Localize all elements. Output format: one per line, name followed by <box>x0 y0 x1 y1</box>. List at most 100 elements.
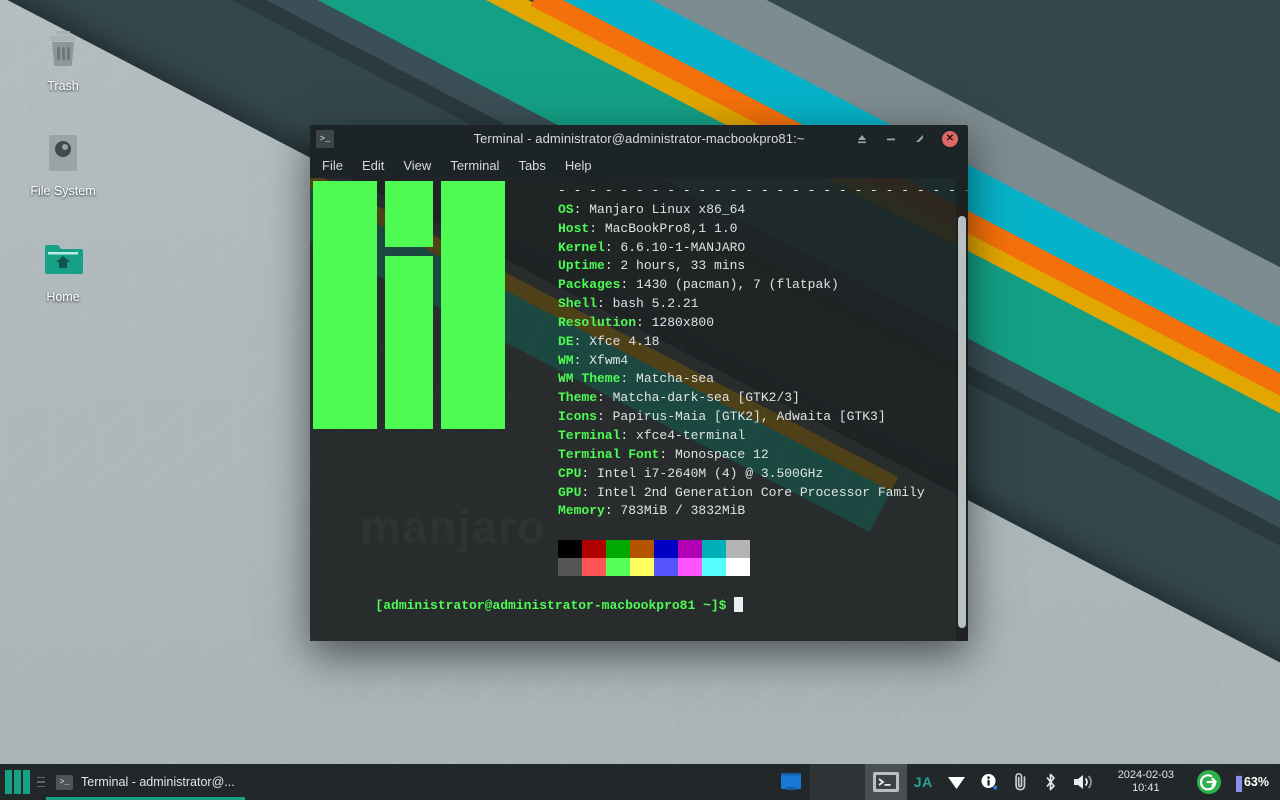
system-tray[interactable]: JA <box>772 764 1280 800</box>
show-desktop-icon <box>779 771 803 793</box>
volume-button[interactable] <box>1065 764 1103 800</box>
terminal-icon: >_ <box>56 775 73 790</box>
desktop[interactable]: Trash File System Home >_ Terminal - adm… <box>0 0 1280 800</box>
close-button[interactable]: ✕ <box>942 131 958 147</box>
logout-button[interactable] <box>1189 764 1229 800</box>
keyboard-layout-button[interactable]: JA <box>907 764 940 800</box>
palette-swatch <box>702 540 726 558</box>
terminal-window[interactable]: >_ Terminal - administrator@administrato… <box>310 125 968 641</box>
neofetch-row: CPU: Intel i7-2640M (4) @ 3.500GHz <box>558 465 940 484</box>
manjaro-watermark: manjaro <box>360 518 546 537</box>
panel-handle[interactable] <box>36 777 46 788</box>
palette-swatch <box>582 540 606 558</box>
palette-swatch <box>630 558 654 576</box>
palette-swatch <box>726 558 750 576</box>
neofetch-value: : Xfce 4.18 <box>574 334 660 349</box>
neofetch-value: : 783MiB / 3832MiB <box>605 503 745 518</box>
home-folder-icon <box>16 233 110 285</box>
clipboard-button[interactable] <box>1005 764 1036 800</box>
applications-menu-button[interactable] <box>0 764 36 800</box>
neofetch-key: Memory <box>558 503 605 518</box>
clock-button[interactable]: 2024-02-03 10:41 <box>1103 764 1189 800</box>
neofetch-key: GPU <box>558 485 581 500</box>
neofetch-key: Uptime <box>558 258 605 273</box>
battery-button[interactable]: 63% <box>1229 764 1280 800</box>
shade-button[interactable] <box>855 132 869 146</box>
neofetch-row: Packages: 1430 (pacman), 7 (flatpak) <box>558 276 940 295</box>
minimize-button[interactable] <box>884 132 898 146</box>
neofetch-key: Packages <box>558 277 620 292</box>
desktop-icon-home[interactable]: Home <box>16 233 110 304</box>
task-button-label: Terminal - administrator@... <box>81 775 235 789</box>
bluetooth-button[interactable] <box>1036 764 1065 800</box>
menu-item-terminal[interactable]: Terminal <box>450 158 499 173</box>
task-button-terminal[interactable]: >_ Terminal - administrator@... <box>46 764 245 800</box>
desktop-icon-file-system[interactable]: File System <box>16 127 110 198</box>
prompt-text: [administrator@administrator-macbookpro8… <box>375 598 726 613</box>
desktop-icon-trash[interactable]: Trash <box>16 22 110 93</box>
palette-swatch <box>558 558 582 576</box>
terminal-icon: >_ <box>316 130 334 148</box>
neofetch-row: Kernel: 6.6.10-1-MANJARO <box>558 239 940 258</box>
shell-prompt[interactable]: [administrator@administrator-macbookpro8… <box>313 578 743 635</box>
neofetch-key: Resolution <box>558 315 636 330</box>
updates-button[interactable] <box>973 764 1005 800</box>
neofetch-value: : 1430 (pacman), 7 (flatpak) <box>620 277 838 292</box>
neofetch-row: Memory: 783MiB / 3832MiB <box>558 502 940 521</box>
palette-swatch <box>678 558 702 576</box>
battery-label: 63% <box>1244 775 1269 789</box>
neofetch-value: : bash 5.2.21 <box>597 296 698 311</box>
taskbar[interactable]: >_ Terminal - administrator@... <box>0 764 1280 800</box>
neofetch-output: - - - - - - - - - - - - - - - - - - - - … <box>558 182 940 521</box>
terminal-icon <box>872 771 900 793</box>
neofetch-key: Theme <box>558 390 597 405</box>
neofetch-key: WM Theme <box>558 371 620 386</box>
palette-row <box>558 540 750 558</box>
paperclip-icon <box>1012 772 1029 792</box>
neofetch-value: : 1280x800 <box>636 315 714 330</box>
palette-swatch <box>678 540 702 558</box>
menu-item-view[interactable]: View <box>403 158 431 173</box>
palette-swatch <box>582 558 606 576</box>
palette-swatch <box>654 540 678 558</box>
palette-swatch <box>726 540 750 558</box>
neofetch-value: : Matcha-dark-sea [GTK2/3] <box>597 390 800 405</box>
scrollbar-thumb[interactable] <box>958 216 966 628</box>
palette-swatch <box>630 540 654 558</box>
neofetch-key: Icons <box>558 409 597 424</box>
neofetch-value: : Papirus-Maia [GTK2], Adwaita [GTK3] <box>597 409 886 424</box>
logo-block <box>385 256 433 429</box>
network-button[interactable] <box>940 764 973 800</box>
menu-item-tabs[interactable]: Tabs <box>518 158 545 173</box>
neofetch-row: WM Theme: Matcha-sea <box>558 370 940 389</box>
neofetch-separator: - - - - - - - - - - - - - - - - - - - - … <box>558 182 940 201</box>
palette-swatch <box>606 540 630 558</box>
maximize-button[interactable] <box>913 132 927 146</box>
neofetch-value: : Xfwm4 <box>574 353 629 368</box>
window-titlebar[interactable]: >_ Terminal - administrator@administrato… <box>310 125 968 152</box>
menu-item-help[interactable]: Help <box>565 158 592 173</box>
desktop-icon-label: Home <box>16 290 110 304</box>
neofetch-key: Shell <box>558 296 597 311</box>
palette-swatch <box>558 540 582 558</box>
terminal-color-palette <box>558 540 750 576</box>
terminal-tray-button[interactable] <box>865 764 907 800</box>
neofetch-row: Terminal Font: Monospace 12 <box>558 446 940 465</box>
neofetch-row: WM: Xfwm4 <box>558 352 940 371</box>
info-icon <box>980 773 998 791</box>
menu-item-file[interactable]: File <box>322 158 343 173</box>
workspace-switcher[interactable] <box>810 764 865 800</box>
menu-item-edit[interactable]: Edit <box>362 158 384 173</box>
neofetch-key: DE <box>558 334 574 349</box>
neofetch-row: Shell: bash 5.2.21 <box>558 295 940 314</box>
speaker-icon <box>1072 772 1096 792</box>
terminal-content[interactable]: manjaro - - - - - - - - - - - - - - - - … <box>310 178 968 641</box>
window-menubar[interactable]: File Edit View Terminal Tabs Help <box>310 152 968 178</box>
show-desktop-button[interactable] <box>772 764 810 800</box>
palette-swatch <box>654 558 678 576</box>
neofetch-row: Theme: Matcha-dark-sea [GTK2/3] <box>558 389 940 408</box>
terminal-scrollbar[interactable] <box>956 178 968 641</box>
neofetch-row: Uptime: 2 hours, 33 mins <box>558 257 940 276</box>
logout-icon <box>1196 769 1222 795</box>
neofetch-key: Terminal Font <box>558 447 659 462</box>
